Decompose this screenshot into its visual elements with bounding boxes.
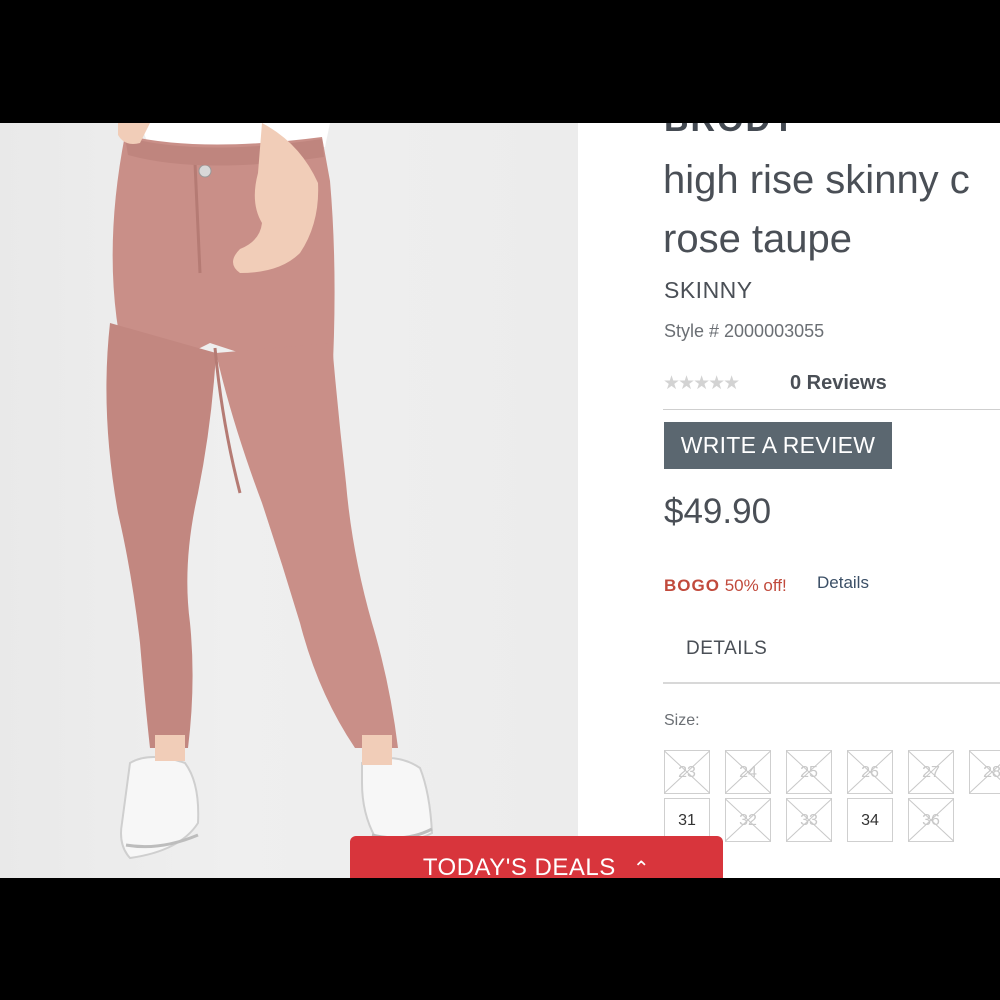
jeans-photo-illustration	[106, 123, 434, 860]
star-rating[interactable]: ★★★★★	[663, 372, 740, 395]
product-page: BRODY high rise skinny c rose taupe SKIN…	[0, 123, 1000, 878]
promo-details-link[interactable]: Details	[817, 573, 869, 593]
size-label: Size:	[664, 712, 700, 729]
product-title-line2: rose taupe	[663, 217, 853, 261]
style-number: Style # 2000003055	[664, 321, 825, 341]
size-option[interactable]: 34	[847, 798, 893, 842]
promo-text: BOGO 50% off!	[664, 576, 787, 596]
product-title-line1: high rise skinny c	[663, 158, 970, 202]
product-info: BRODY high rise skinny c rose taupe SKIN…	[578, 123, 1000, 878]
size-option[interactable]: 33	[786, 798, 832, 842]
chevron-up-icon: ⌃	[632, 858, 651, 878]
size-option[interactable]: 32	[725, 798, 771, 842]
size-option[interactable]: 27	[908, 750, 954, 794]
size-option[interactable]: 28	[969, 750, 1000, 794]
divider	[663, 682, 1000, 684]
price: $49.90	[664, 492, 772, 531]
product-image[interactable]	[0, 123, 578, 878]
tab-details[interactable]: DETAILS	[686, 638, 767, 660]
divider	[663, 409, 1000, 410]
size-option[interactable]: 26	[847, 750, 893, 794]
promo-bogo: BOGO	[664, 576, 720, 595]
todays-deals-button[interactable]: TODAY'S DEALS ⌃	[350, 836, 723, 878]
letterbox-top	[0, 0, 1000, 123]
todays-deals-label: TODAY'S DEALS	[422, 854, 616, 878]
fit-label: SKINNY	[664, 277, 753, 303]
size-option[interactable]: 25	[786, 750, 832, 794]
size-option[interactable]: 23	[664, 750, 710, 794]
write-review-button[interactable]: WRITE A REVIEW	[664, 422, 892, 469]
brand-name: BRODY	[664, 123, 797, 140]
size-option[interactable]: 36	[908, 798, 954, 842]
promo-discount: 50% off!	[724, 576, 787, 595]
product-title: high rise skinny c rose taupe	[663, 151, 1000, 269]
reviews-link[interactable]: 0 Reviews	[790, 372, 887, 395]
letterbox-bottom	[0, 878, 1000, 1000]
size-option[interactable]: 24	[725, 750, 771, 794]
